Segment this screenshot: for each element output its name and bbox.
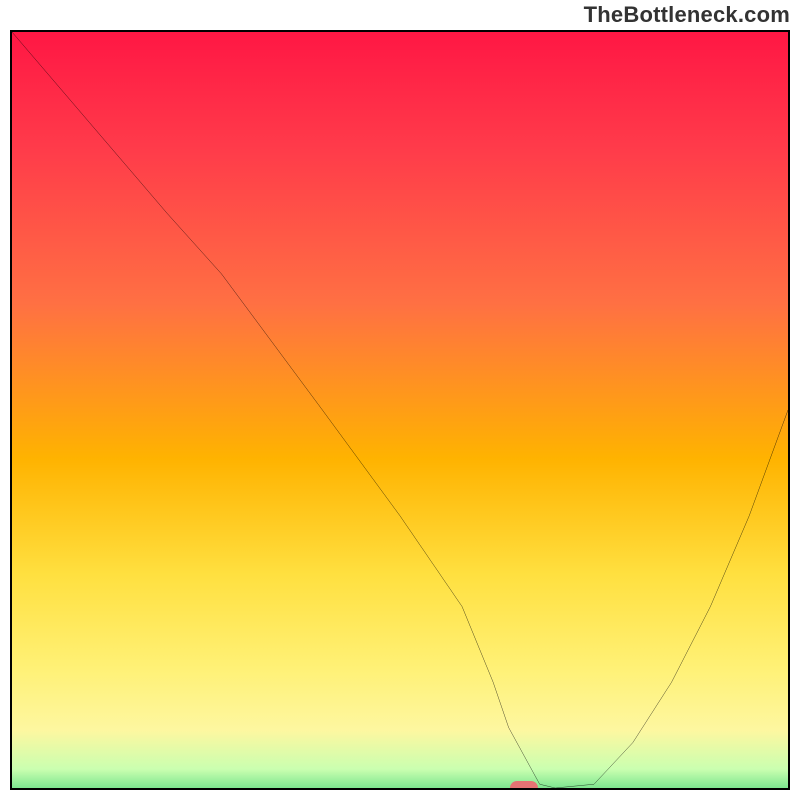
watermark-label: TheBottleneck.com xyxy=(584,2,790,28)
chart-container: TheBottleneck.com xyxy=(0,0,800,800)
plot-area xyxy=(10,30,790,790)
bottleneck-curve xyxy=(12,32,788,788)
optimal-point-marker xyxy=(510,781,538,790)
